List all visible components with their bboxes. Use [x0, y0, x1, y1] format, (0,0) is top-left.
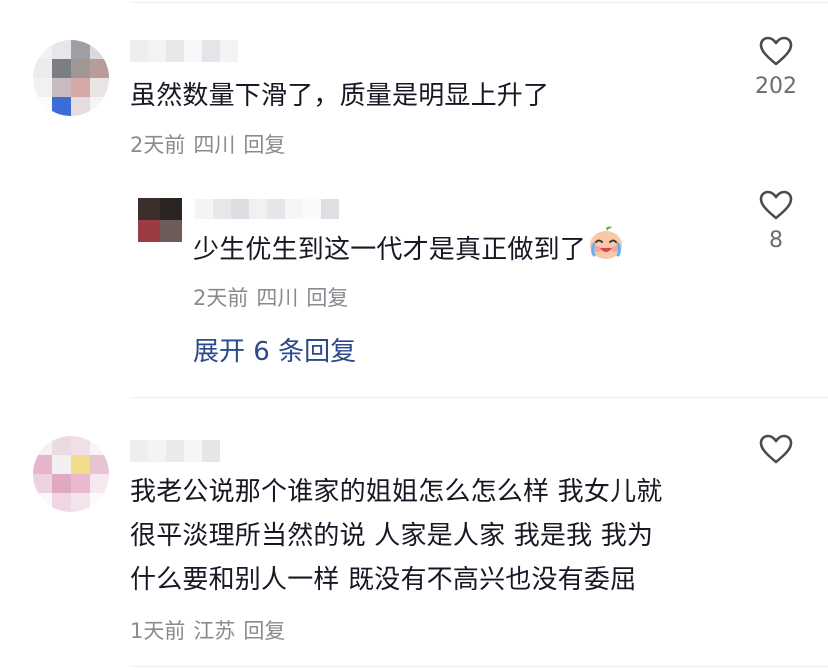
- like-count: 202: [755, 74, 797, 99]
- reply-username[interactable]: [195, 199, 339, 219]
- reply-text: 少生优生到这一代才是真正做到了: [193, 225, 624, 276]
- comment-meta: 1天前 江苏 回复: [130, 615, 293, 645]
- reply-like-button[interactable]: 8: [746, 190, 806, 253]
- heart-outline-icon: [759, 190, 793, 220]
- reply-button[interactable]: 回复: [243, 133, 285, 157]
- comment-divider: [130, 397, 828, 398]
- username[interactable]: [130, 40, 238, 62]
- avatar[interactable]: [33, 40, 109, 116]
- avatar[interactable]: [33, 436, 109, 512]
- comment-text-line-2: 很平淡理所当然的说 人家是人家 我是我 我为: [130, 521, 654, 551]
- crying-laughing-emoji-icon: [588, 225, 624, 276]
- top-divider: [130, 2, 828, 3]
- comment-time: 1天前: [130, 619, 186, 643]
- reply-like-count: 8: [769, 228, 783, 253]
- comment-time: 2天前: [130, 133, 186, 157]
- reply-avatar[interactable]: [138, 198, 182, 242]
- reply-meta: 2天前 四川 回复: [193, 282, 356, 312]
- reply-button[interactable]: 回复: [243, 619, 285, 643]
- expand-replies-link[interactable]: 展开 6 条回复: [193, 331, 356, 368]
- reply-time: 2天前: [193, 286, 249, 310]
- heart-outline-icon: [759, 36, 793, 66]
- like-button[interactable]: [746, 434, 806, 464]
- reply-reply-button[interactable]: 回复: [306, 286, 348, 310]
- like-button[interactable]: 202: [746, 36, 806, 99]
- comment-text-line-3: 什么要和别人一样 既没有不高兴也没有委屈: [130, 565, 637, 595]
- comment-location: 江苏: [193, 619, 236, 643]
- comment-meta: 2天前 四川 回复: [130, 129, 293, 159]
- comment-location: 四川: [193, 133, 236, 157]
- reply-location: 四川: [256, 286, 299, 310]
- bottom-divider: [130, 666, 828, 667]
- comment-text: 虽然数量下滑了，质量是明显上升了: [130, 81, 550, 111]
- heart-outline-icon: [759, 434, 793, 464]
- username[interactable]: [130, 440, 220, 462]
- comment-text-line-1: 我老公说那个谁家的姐姐怎么怎么样 我女儿就: [130, 477, 663, 507]
- reply-text-content: 少生优生到这一代才是真正做到了: [193, 235, 587, 265]
